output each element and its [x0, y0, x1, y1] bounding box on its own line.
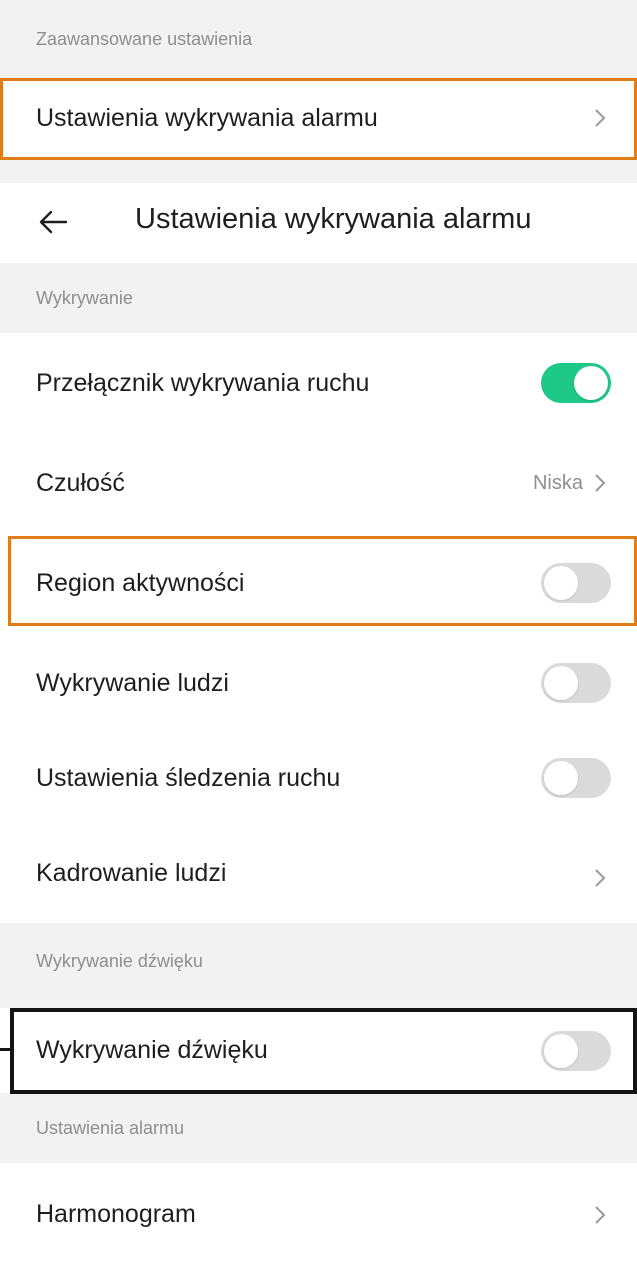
toggle-knob	[544, 761, 578, 795]
motion-detection-switch-label: Przełącznik wykrywania ruchu	[36, 368, 370, 397]
sound-detection-row[interactable]: Wykrywanie dźwięku	[0, 1008, 637, 1093]
toggle-knob	[544, 666, 578, 700]
motion-detection-switch-row[interactable]: Przełącznik wykrywania ruchu	[0, 333, 637, 433]
human-detection-label: Wykrywanie ludzi	[36, 668, 229, 697]
page-title: Ustawienia wykrywania alarmu	[135, 203, 532, 235]
advanced-settings-header-label: Zaawansowane ustawienia	[36, 28, 253, 49]
activity-region-row[interactable]: Region aktywności	[0, 533, 637, 633]
schedule-label: Harmonogram	[36, 1200, 196, 1228]
alarm-detection-settings-label: Ustawienia wykrywania alarmu	[36, 103, 378, 132]
sensitivity-value: Niska	[532, 471, 583, 494]
human-framing-row[interactable]: Kadrowanie ludzi	[0, 823, 637, 923]
alarm-section-header-label: Ustawienia alarmu	[36, 1117, 185, 1138]
arrow-left-icon[interactable]	[36, 207, 70, 237]
annotation-connector-line	[0, 1048, 12, 1051]
advanced-settings-header: Zaawansowane ustawienia	[0, 0, 637, 78]
toggle-knob	[574, 366, 608, 400]
toggle-knob	[544, 566, 578, 600]
activity-region-toggle[interactable]	[541, 563, 611, 603]
motion-detection-toggle[interactable]	[541, 363, 611, 403]
sound-section-header: Wykrywanie dźwięku	[0, 923, 637, 1008]
detection-section-header-label: Wykrywanie	[36, 287, 133, 308]
title-bar: Ustawienia wykrywania alarmu	[0, 183, 637, 263]
activity-region-label: Region aktywności	[36, 568, 245, 597]
sound-section-header-label: Wykrywanie dźwięku	[36, 951, 203, 971]
sound-detection-toggle[interactable]	[541, 1030, 611, 1071]
motion-tracking-toggle[interactable]	[541, 758, 611, 798]
alarm-section-header: Ustawienia alarmu	[0, 1093, 637, 1163]
alarm-detection-settings-item[interactable]: Ustawienia wykrywania alarmu	[0, 78, 637, 158]
motion-tracking-label: Ustawienia śledzenia ruchu	[36, 763, 341, 792]
sensitivity-value-group: Niska	[533, 470, 611, 496]
sensitivity-row[interactable]: Czułość Niska	[0, 433, 637, 533]
human-framing-label: Kadrowanie ludzi	[36, 858, 227, 887]
human-detection-row[interactable]: Wykrywanie ludzi	[0, 633, 637, 733]
human-detection-toggle[interactable]	[541, 663, 611, 703]
schedule-row[interactable]: Harmonogram	[0, 1163, 637, 1266]
chevron-right-icon	[589, 865, 611, 891]
chevron-right-icon	[589, 105, 611, 131]
chevron-right-icon	[589, 1202, 611, 1228]
toggle-knob	[544, 1033, 578, 1068]
chevron-right-icon	[589, 470, 611, 496]
motion-tracking-row[interactable]: Ustawienia śledzenia ruchu	[0, 733, 637, 823]
screen-divider	[0, 158, 637, 183]
sound-detection-label: Wykrywanie dźwięku	[36, 1036, 268, 1064]
detection-section-header: Wykrywanie	[0, 263, 637, 333]
sensitivity-label: Czułość	[36, 468, 125, 497]
